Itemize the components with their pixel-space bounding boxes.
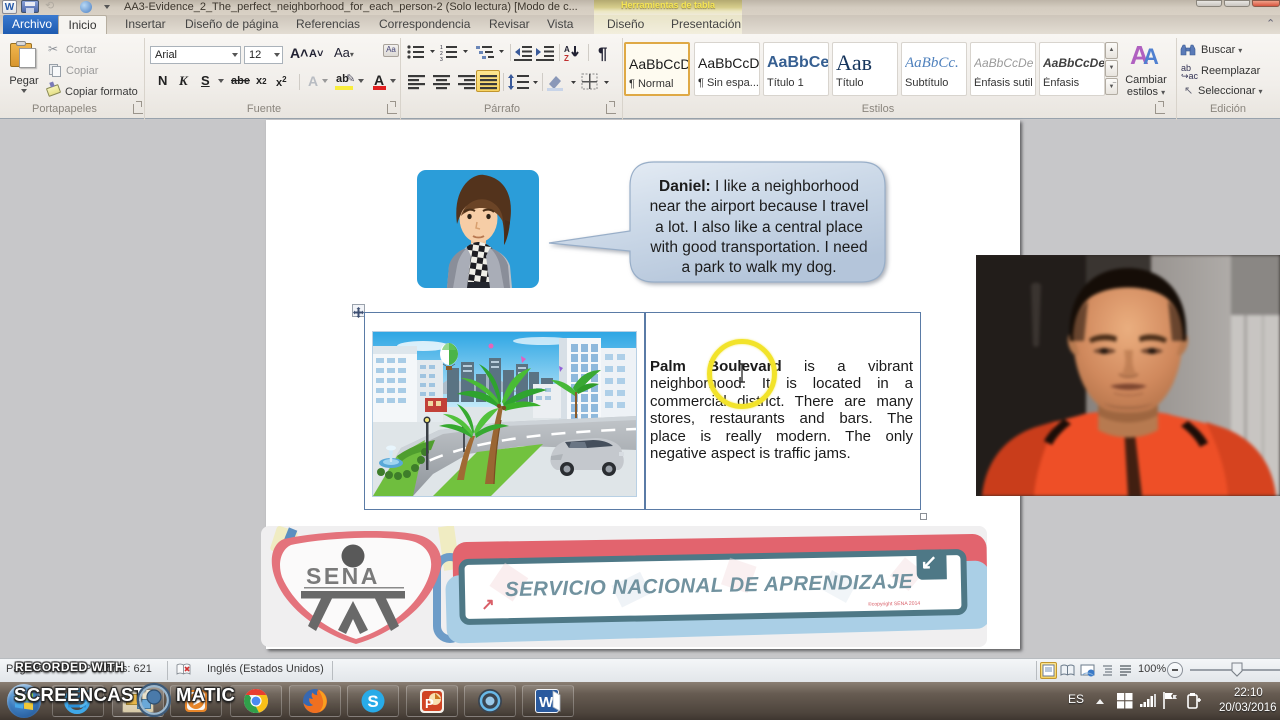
svg-text:S: S — [367, 692, 378, 711]
svg-text:P: P — [425, 696, 434, 711]
svg-text:W: W — [539, 694, 554, 711]
svg-text:3: 3 — [440, 57, 443, 62]
svg-text:¶: ¶ — [598, 44, 607, 62]
svg-text:A: A — [564, 45, 570, 54]
svg-text:SENA: SENA — [306, 563, 380, 589]
svg-text:Z: Z — [564, 54, 569, 62]
